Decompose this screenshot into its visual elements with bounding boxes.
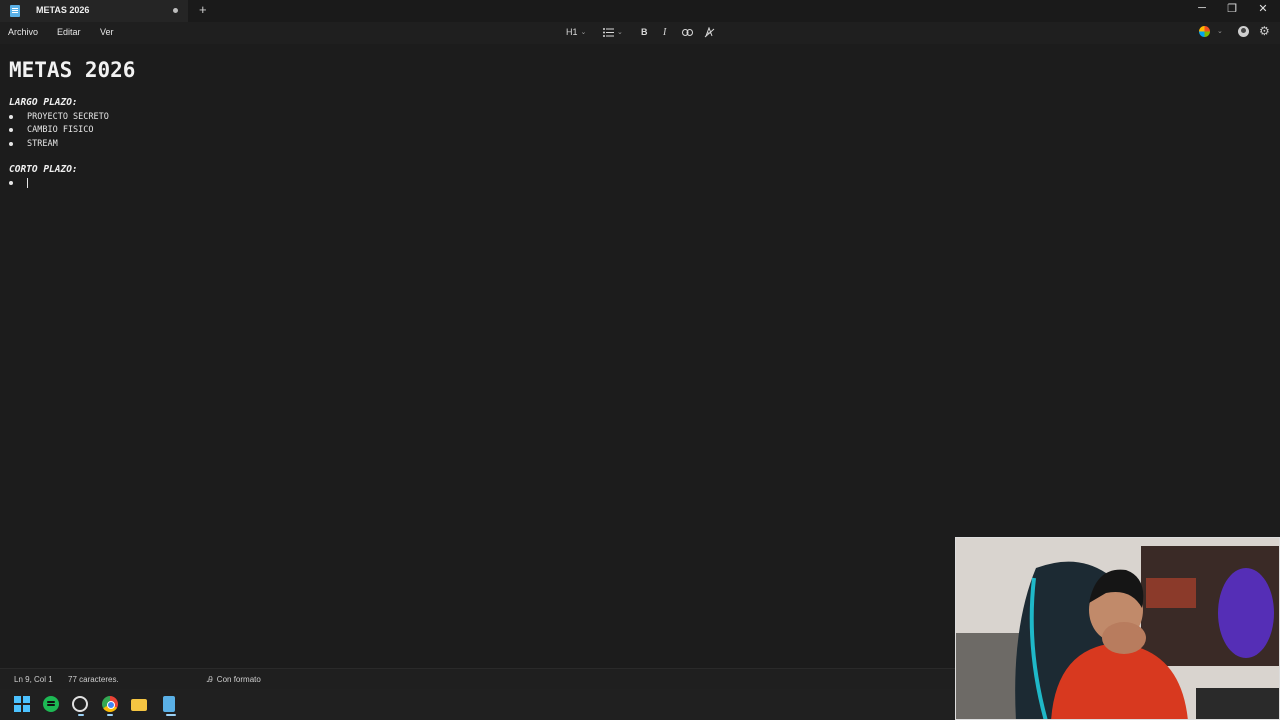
link-button[interactable]	[682, 25, 693, 39]
format-icon: Ꭿ	[207, 675, 213, 684]
character-count: 77 caracteres.	[68, 675, 119, 684]
spotify-icon[interactable]	[43, 696, 59, 712]
bullet-icon	[9, 115, 13, 119]
cursor-position: Ln 9, Col 1	[14, 675, 53, 684]
chevron-down-icon: ⌄	[617, 29, 623, 36]
link-icon	[682, 28, 693, 36]
active-indicator	[166, 714, 176, 716]
list-item: PROYECTO SECRETO	[27, 112, 109, 122]
bold-button[interactable]: B	[641, 25, 648, 39]
bullet-icon	[9, 181, 13, 185]
format-label: Con formato	[216, 675, 261, 684]
section-heading: CORTO PLAZO:	[9, 164, 78, 175]
unsaved-indicator-icon	[173, 8, 178, 13]
minimize-button[interactable]: ─	[1194, 2, 1210, 14]
menu-edit[interactable]: Editar	[57, 27, 81, 37]
section-heading: LARGO PLAZO:	[9, 97, 78, 108]
webcam-person-image	[956, 538, 1279, 719]
running-indicator	[107, 714, 113, 716]
bullet-icon	[9, 128, 13, 132]
chevron-down-icon[interactable]: ⌄	[1217, 27, 1223, 35]
list-icon	[603, 27, 614, 37]
new-tab-button[interactable]: +	[199, 2, 207, 17]
text-cursor	[27, 178, 28, 188]
running-indicator	[78, 714, 84, 716]
list-item: CAMBIO FISICO	[27, 125, 94, 135]
clear-format-button[interactable]	[704, 25, 715, 39]
notepad-app-icon	[10, 5, 20, 17]
menu-view[interactable]: Ver	[100, 27, 114, 37]
chevron-down-icon: ⌄	[580, 29, 587, 36]
tab-title: METAS 2026	[36, 5, 90, 15]
notepad-icon[interactable]	[163, 696, 175, 712]
settings-gear-icon[interactable]: ⚙	[1259, 24, 1270, 38]
menu-file[interactable]: Archivo	[8, 27, 38, 37]
clear-format-icon	[704, 26, 715, 37]
account-avatar-icon[interactable]	[1238, 26, 1249, 37]
close-button[interactable]: ✕	[1255, 2, 1271, 15]
list-dropdown[interactable]: ⌄	[603, 25, 623, 39]
title-bar: METAS 2026 + ─ ❐ ✕	[0, 0, 1280, 22]
windows-start-icon[interactable]	[14, 696, 30, 712]
restore-button[interactable]: ❐	[1224, 2, 1240, 15]
file-explorer-icon[interactable]	[131, 699, 147, 711]
webcam-overlay	[955, 537, 1280, 720]
list-item: STREAM	[27, 139, 58, 149]
heading-dropdown[interactable]: H1 ⌄	[566, 25, 586, 39]
bullet-icon	[9, 142, 13, 146]
document-tab[interactable]: METAS 2026	[0, 0, 188, 22]
menu-bar	[0, 22, 1280, 44]
format-toggle[interactable]: Ꭿ Con formato	[207, 675, 261, 685]
chrome-icon[interactable]	[102, 696, 118, 712]
document-title: METAS 2026	[9, 58, 136, 82]
italic-button[interactable]: I	[663, 25, 666, 39]
copilot-icon[interactable]	[1199, 26, 1210, 37]
obs-icon[interactable]	[72, 696, 88, 712]
heading-label: H1	[566, 27, 578, 37]
